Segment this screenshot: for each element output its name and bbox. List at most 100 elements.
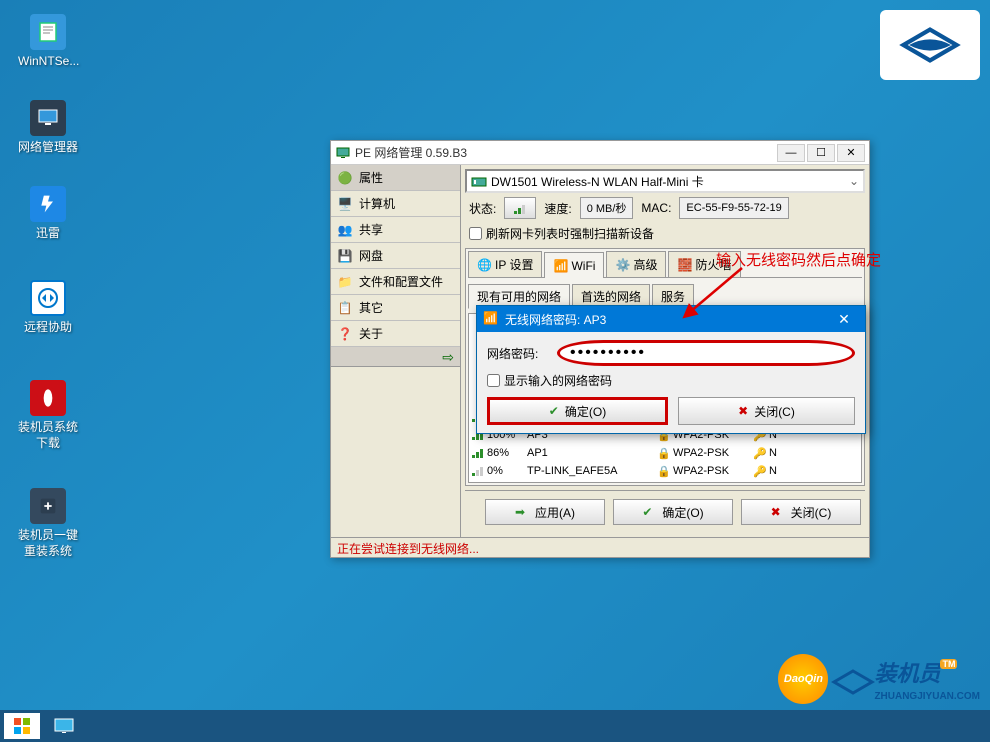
- apply-button[interactable]: ➡ 应用(A): [485, 499, 605, 525]
- dialog-titlebar[interactable]: 📶 无线网络密码: AP3 ✕: [477, 306, 865, 332]
- daoqin-badge: DaoQin: [778, 654, 828, 704]
- signal-icon: [471, 447, 487, 459]
- wifi-icon: 📶: [483, 311, 499, 327]
- desktop-icon-reinstall-system[interactable]: 装机员一键重装系统: [18, 488, 78, 559]
- status-label: 状态:: [465, 200, 500, 217]
- network-row[interactable]: 0% TP-LINK_EAFE5A 🔒 WPA2-PSK 🔑 N: [469, 462, 861, 480]
- sidebar-item-label: 关于: [359, 325, 383, 342]
- button-label: 应用(A): [535, 504, 575, 521]
- desktop-icon-thunder[interactable]: 迅雷: [18, 186, 78, 242]
- dialog-ok-button[interactable]: ✔ 确定(O): [487, 397, 668, 425]
- button-label: 关闭(C): [754, 403, 795, 420]
- teamviewer-icon: [30, 280, 66, 316]
- sidebar-item-other[interactable]: 📋其它: [331, 295, 460, 321]
- window-title: PE 网络管理 0.59.B3: [355, 144, 775, 161]
- network-ssid: AP1: [527, 447, 657, 459]
- brand-logo: [880, 10, 980, 80]
- sidebar-item-label: 计算机: [359, 195, 395, 212]
- signal-icon: [471, 465, 487, 477]
- inner-tab-label: 现有可用的网络: [477, 290, 561, 304]
- button-label: 确定(O): [662, 504, 703, 521]
- monitor-icon: [30, 100, 66, 136]
- sidebar-item-about[interactable]: ❓关于: [331, 321, 460, 347]
- tab-ip-settings[interactable]: 🌐IP 设置: [468, 251, 542, 277]
- tab-label: WiFi: [571, 259, 595, 273]
- tab-wifi[interactable]: 📶WiFi: [544, 252, 604, 278]
- wifi-password-dialog: 📶 无线网络密码: AP3 ✕ 网络密码: 显示输入的网络密码 ✔确定(O) ✖…: [476, 305, 866, 434]
- desktop-icon-network-manager[interactable]: 网络管理器: [18, 100, 78, 156]
- maximize-button[interactable]: ☐: [807, 144, 835, 162]
- sidebar-item-label: 属性: [359, 169, 383, 186]
- status-text: 正在尝试连接到无线网络...: [337, 542, 479, 556]
- lock-icon: 🔒: [657, 465, 673, 478]
- opera-icon: [30, 380, 66, 416]
- lock-icon: 🔒: [657, 483, 673, 484]
- desktop-icon-winntsetup[interactable]: WinNTSe...: [18, 14, 78, 70]
- inner-tab-label: 首选的网络: [581, 290, 641, 304]
- sidebar-item-label: 文件和配置文件: [359, 273, 443, 290]
- speed-value: 0 MB/秒: [580, 197, 634, 219]
- sidebar-item-files[interactable]: 📁文件和配置文件: [331, 269, 460, 295]
- titlebar[interactable]: PE 网络管理 0.59.B3 — ☐ ✕: [331, 141, 869, 165]
- button-label: 确定(O): [565, 403, 606, 420]
- sidebar-item-properties[interactable]: 🟢 属性: [331, 165, 460, 191]
- desktop-icon-label: WinNTSe...: [18, 54, 78, 70]
- sidebar-item-label: 其它: [359, 299, 383, 316]
- network-row[interactable]: 86% AP1 🔒 WPA2-PSK 🔑 N: [469, 444, 861, 462]
- password-input[interactable]: [557, 340, 855, 366]
- key-icon: 🔑: [753, 447, 769, 460]
- desktop-icon-label: 迅雷: [18, 226, 78, 242]
- minimize-button[interactable]: —: [777, 144, 805, 162]
- taskbar-item[interactable]: [44, 713, 84, 739]
- netdisk-icon: 💾: [337, 248, 353, 264]
- network-row[interactable]: 8% chv 🔒 WPA2-PSK 🔑 N: [469, 480, 861, 483]
- arrow-right-icon: ➡: [515, 505, 529, 519]
- desktop-icon-label: 网络管理器: [18, 140, 78, 156]
- chevron-down-icon: ⌄: [849, 174, 859, 188]
- adapter-dropdown[interactable]: DW1501 Wireless-N WLAN Half-Mini 卡 ⌄: [465, 169, 865, 193]
- sidebar-item-label: 网盘: [359, 247, 383, 264]
- desktop-icon-label: 远程协助: [18, 320, 78, 336]
- tab-advanced[interactable]: ⚙️高级: [606, 251, 666, 277]
- desktop-icon-label: 装机员一键重装系统: [18, 528, 78, 559]
- ok-button[interactable]: ✔确定(O): [613, 499, 733, 525]
- share-icon: 👥: [337, 222, 353, 238]
- network-ssid: TP-LINK_EAFE5A: [527, 465, 657, 477]
- watermark: DaoQin 装机员TM ZHUANGJIYUAN.COM: [778, 654, 980, 704]
- password-label: 网络密码:: [487, 345, 557, 362]
- refresh-scan-label: 刷新网卡列表时强制扫描新设备: [486, 225, 654, 242]
- network-security: WPA2-PSK: [673, 447, 753, 459]
- network-card-icon: [471, 173, 487, 189]
- network-security: WPA2-PSK: [673, 465, 753, 477]
- refresh-scan-checkbox[interactable]: [469, 227, 482, 240]
- show-password-checkbox[interactable]: [487, 374, 500, 387]
- sidebar-collapse-button[interactable]: ⇨: [331, 347, 460, 367]
- desktop-icon-remote-assist[interactable]: 远程协助: [18, 280, 78, 336]
- sidebar-item-share[interactable]: 👥 共享: [331, 217, 460, 243]
- close-button[interactable]: ✖关闭(C): [741, 499, 861, 525]
- status-bar: 正在尝试连接到无线网络...: [331, 537, 869, 557]
- x-icon: ✖: [738, 404, 748, 418]
- sidebar-item-label: 共享: [359, 221, 383, 238]
- sidebar-item-netdisk[interactable]: 💾 网盘: [331, 243, 460, 269]
- notepad-icon: [30, 14, 66, 50]
- sidebar-item-computer[interactable]: 🖥️计算机: [331, 191, 460, 217]
- app-icon: [335, 145, 351, 161]
- signal-percent: 86%: [487, 447, 527, 459]
- taskbar[interactable]: [0, 710, 990, 742]
- check-icon: ✔: [549, 404, 559, 418]
- thunder-icon: [30, 186, 66, 222]
- close-button[interactable]: ✕: [837, 144, 865, 162]
- key-icon: 🔑: [753, 465, 769, 478]
- speed-label: 速度:: [540, 200, 575, 217]
- desktop-icon-label: 装机员系统下载: [18, 420, 78, 451]
- start-button[interactable]: [4, 713, 40, 739]
- desktop-icon-system-download[interactable]: 装机员系统下载: [18, 380, 78, 451]
- annotation-text: 输入无线密码然后点确定: [716, 249, 881, 270]
- info-icon: 🟢: [337, 170, 353, 186]
- dialog-close-button[interactable]: ✖ 关闭(C): [678, 397, 855, 425]
- mac-label: MAC:: [637, 201, 675, 215]
- x-icon: ✖: [771, 505, 785, 519]
- dialog-close-button[interactable]: ✕: [829, 308, 859, 330]
- status-indicator: [504, 197, 536, 219]
